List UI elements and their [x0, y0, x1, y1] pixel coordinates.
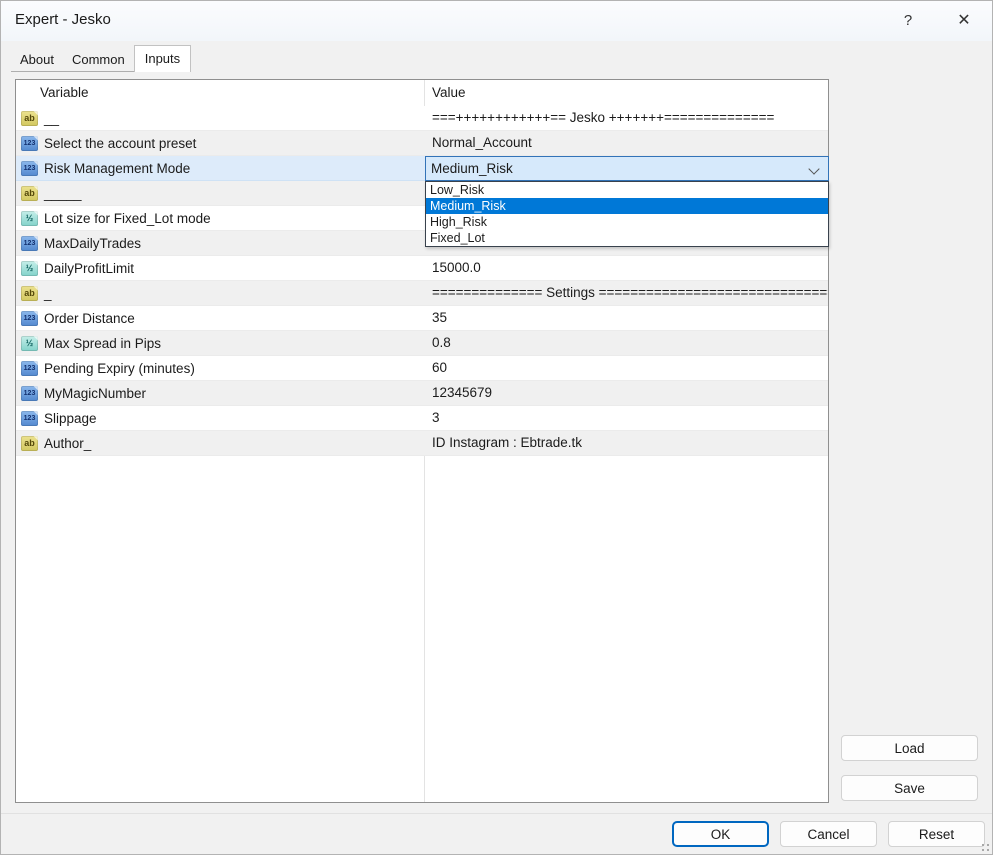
risk-mode-combobox[interactable]: Medium_Risk: [425, 156, 829, 181]
integer-type-icon: 123: [21, 161, 38, 176]
value-cell[interactable]: 3: [424, 406, 828, 430]
table-header: Variable Value: [16, 80, 828, 107]
tab-strip: AboutCommonInputs: [11, 46, 191, 72]
value-cell[interactable]: ============== Settings ================…: [424, 281, 828, 305]
variable-name: Order Distance: [44, 311, 135, 326]
tab-common[interactable]: Common: [63, 50, 134, 72]
dropdown-option-medium_risk[interactable]: Medium_Risk: [426, 198, 828, 214]
variable-cell[interactable]: ½ Lot size for Fixed_Lot mode: [16, 206, 424, 230]
variable-name: MaxDailyTrades: [44, 236, 141, 251]
risk-mode-dropdown-list: Low_RiskMedium_RiskHigh_RiskFixed_Lot: [425, 181, 829, 247]
column-header-variable: Variable: [40, 80, 89, 106]
variable-name: MyMagicNumber: [44, 386, 146, 401]
integer-type-icon: 123: [21, 361, 38, 376]
value-cell[interactable]: ID Instagram : Ebtrade.tk: [424, 431, 828, 455]
title-bar: Expert - Jesko ? ✕: [1, 1, 992, 41]
integer-type-icon: 123: [21, 236, 38, 251]
table-row[interactable]: 123 Order Distance 35: [16, 306, 828, 331]
variable-cell[interactable]: 123 Order Distance: [16, 306, 424, 330]
double-type-icon: ½: [21, 211, 38, 226]
cancel-button[interactable]: Cancel: [780, 821, 877, 847]
footer-divider: [1, 813, 992, 814]
variable-name: __: [44, 111, 59, 126]
table-row[interactable]: 123 Select the account preset Normal_Accou…: [16, 131, 828, 156]
tab-inputs[interactable]: Inputs: [134, 45, 191, 72]
window-title: Expert - Jesko: [15, 1, 111, 39]
variable-name: Max Spread in Pips: [44, 336, 161, 351]
chevron-down-icon: [808, 163, 819, 174]
variable-cell[interactable]: ab Author_: [16, 431, 424, 455]
column-header-value: Value: [432, 80, 466, 106]
help-button[interactable]: ?: [893, 7, 923, 33]
dropdown-option-fixed_lot[interactable]: Fixed_Lot: [426, 230, 828, 246]
variable-cell[interactable]: ½ DailyProfitLimit: [16, 256, 424, 280]
expert-properties-dialog: Expert - Jesko ? ✕ AboutCommonInputs Var…: [0, 0, 993, 855]
close-button[interactable]: ✕: [949, 7, 979, 33]
variable-name: Slippage: [44, 411, 97, 426]
variable-cell[interactable]: 123 Risk Management Mode: [16, 156, 424, 180]
variable-name: Lot size for Fixed_Lot mode: [44, 211, 211, 226]
variable-name: _____: [44, 186, 82, 201]
table-row[interactable]: 123 Slippage 3: [16, 406, 828, 431]
variable-name: Author_: [44, 436, 91, 451]
value-cell[interactable]: 0.8: [424, 331, 828, 355]
variable-cell[interactable]: ½ Max Spread in Pips: [16, 331, 424, 355]
value-cell[interactable]: 60: [424, 356, 828, 380]
value-cell[interactable]: 35: [424, 306, 828, 330]
variable-cell[interactable]: 123 Slippage: [16, 406, 424, 430]
string-type-icon: ab: [21, 436, 38, 451]
double-type-icon: ½: [21, 261, 38, 276]
integer-type-icon: 123: [21, 411, 38, 426]
combobox-selected-value: Medium_Risk: [431, 161, 513, 176]
load-button[interactable]: Load: [841, 735, 978, 761]
tab-about[interactable]: About: [11, 50, 63, 72]
value-cell[interactable]: 12345679: [424, 381, 828, 405]
variable-name: _: [44, 286, 52, 301]
table-row[interactable]: ab Author_ ID Instagram : Ebtrade.tk: [16, 431, 828, 456]
value-cell[interactable]: ===++++++++++++== Jesko +++++++=========…: [424, 106, 828, 130]
table-row[interactable]: 123 Pending Expiry (minutes) 60: [16, 356, 828, 381]
string-type-icon: ab: [21, 286, 38, 301]
variable-name: Pending Expiry (minutes): [44, 361, 195, 376]
value-cell[interactable]: Normal_Account: [424, 131, 828, 155]
table-row[interactable]: 123 MyMagicNumber 12345679: [16, 381, 828, 406]
integer-type-icon: 123: [21, 311, 38, 326]
string-type-icon: ab: [21, 111, 38, 126]
integer-type-icon: 123: [21, 136, 38, 151]
variable-cell[interactable]: 123 MyMagicNumber: [16, 381, 424, 405]
variable-cell[interactable]: 123 Pending Expiry (minutes): [16, 356, 424, 380]
integer-type-icon: 123: [21, 386, 38, 401]
save-button[interactable]: Save: [841, 775, 978, 801]
value-cell[interactable]: 15000.0: [424, 256, 828, 280]
table-row[interactable]: ab __ ===++++++++++++== Jesko +++++++=====…: [16, 106, 828, 131]
variable-cell[interactable]: ab _____: [16, 181, 424, 205]
ok-button[interactable]: OK: [672, 821, 769, 847]
variable-cell[interactable]: 123 MaxDailyTrades: [16, 231, 424, 255]
variable-name: Select the account preset: [44, 136, 196, 151]
table-row[interactable]: ½ DailyProfitLimit 15000.0: [16, 256, 828, 281]
dropdown-option-high_risk[interactable]: High_Risk: [426, 214, 828, 230]
string-type-icon: ab: [21, 186, 38, 201]
variable-cell[interactable]: ab _: [16, 281, 424, 305]
resize-grip[interactable]: [981, 843, 989, 851]
reset-button[interactable]: Reset: [888, 821, 985, 847]
variable-name: DailyProfitLimit: [44, 261, 134, 276]
variable-cell[interactable]: ab __: [16, 106, 424, 130]
table-row[interactable]: ab _ ============== Settings =============…: [16, 281, 828, 306]
variable-name: Risk Management Mode: [44, 161, 190, 176]
dropdown-option-low_risk[interactable]: Low_Risk: [426, 182, 828, 198]
table-row[interactable]: ½ Max Spread in Pips 0.8: [16, 331, 828, 356]
inputs-table: Variable Value ab __ ===++++++++++++== Jes…: [15, 79, 829, 803]
double-type-icon: ½: [21, 336, 38, 351]
variable-cell[interactable]: 123 Select the account preset: [16, 131, 424, 155]
